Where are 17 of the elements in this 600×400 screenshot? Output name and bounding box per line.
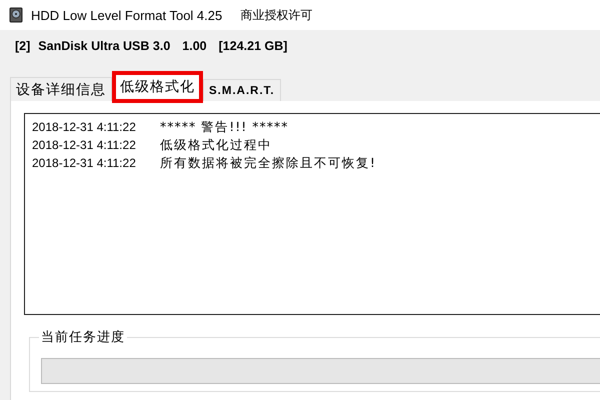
license-label: 商业授权许可 [240, 6, 312, 24]
log-time: 2018-12-31 4:11:22 [32, 156, 137, 170]
device-index: [2] [15, 39, 30, 55]
log-time: 2018-12-31 4:11:22 [32, 120, 137, 134]
log-message: ***** 警告!!! ***** [160, 118, 288, 136]
tab[interactable]: S.M.A.R.T. [203, 79, 281, 101]
log-message: 所有数据将被完全擦除且不可恢复! [160, 154, 376, 172]
hard-drive-icon [9, 7, 23, 23]
device-capacity: [124.21 GB] [218, 39, 288, 55]
tab[interactable]: 设备详细信息 [10, 77, 112, 101]
device-version: 1.00 [182, 39, 207, 55]
group-title: 当前任务进度 [39, 328, 127, 346]
tab[interactable]: 低级格式化 [112, 71, 203, 103]
window-title: HDD Low Level Format Tool 4.25 [31, 8, 222, 22]
log-message: 低级格式化过程中 [160, 136, 272, 154]
log-time: 2018-12-31 4:11:22 [32, 138, 137, 152]
device-name: SanDisk Ultra USB 3.0 [38, 39, 170, 55]
